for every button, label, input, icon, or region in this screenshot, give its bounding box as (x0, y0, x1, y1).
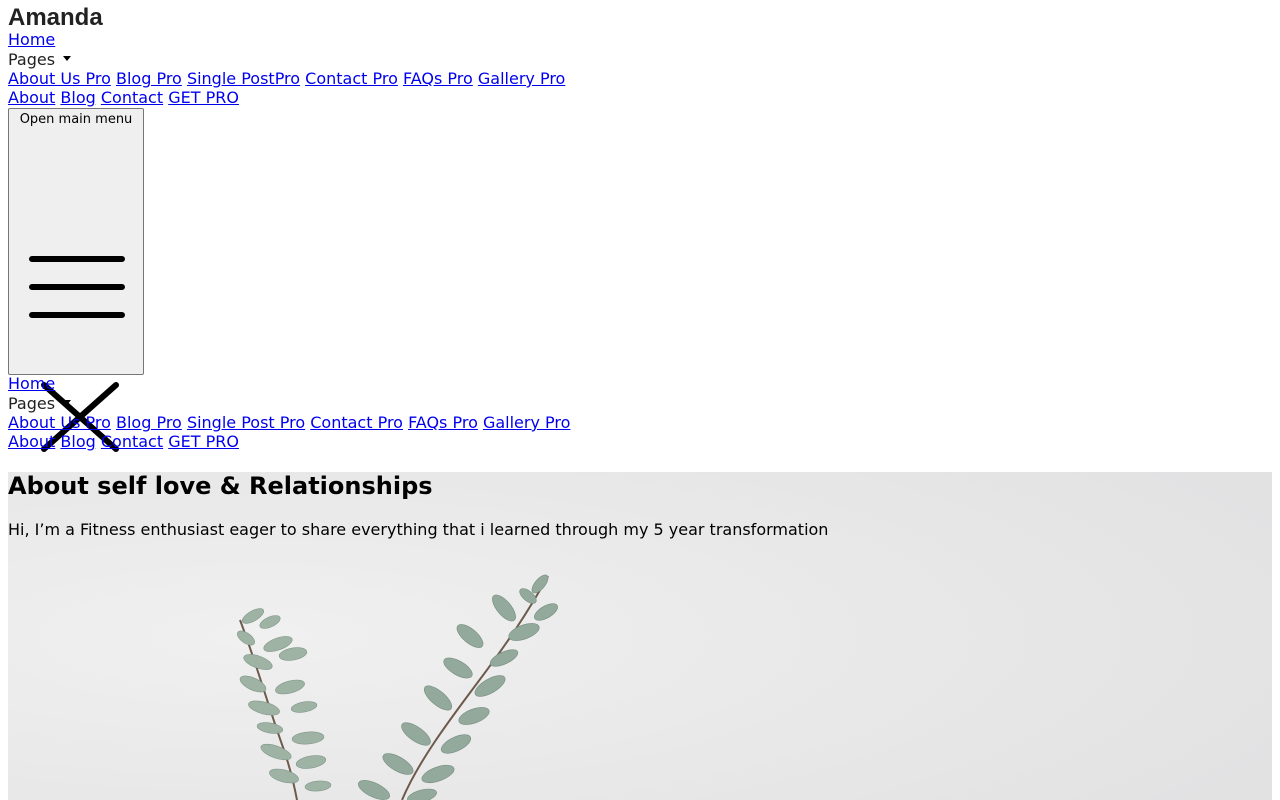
mobile-nav-link-contact[interactable]: Contact (101, 432, 163, 451)
mobile-nav-link-single-post-pro[interactable]: Single Post Pro (187, 413, 305, 432)
mobile-nav-links-row: About Blog Contact GET PRO (8, 432, 239, 452)
mobile-nav-link-contact-pro[interactable]: Contact Pro (310, 413, 403, 432)
nav-link-home[interactable]: Home (8, 30, 55, 49)
header-nav-pages-row: Pages (8, 50, 72, 70)
header-nav-links-row: About Blog Contact GET PRO (8, 88, 239, 108)
mobile-nav-link-blog-pro[interactable]: Blog Pro (116, 413, 182, 432)
nav-link-blog[interactable]: Blog (60, 88, 95, 107)
mobile-nav-link-get-pro[interactable]: GET PRO (168, 432, 239, 451)
nav-link-about-us-pro[interactable]: About Us Pro (8, 69, 111, 88)
brand-logo[interactable]: Amanda (8, 5, 103, 31)
hero-title: About self love & Relationships (8, 472, 433, 500)
hamburger-icon (28, 249, 126, 339)
caret-down-icon (63, 56, 72, 61)
nav-link-contact[interactable]: Contact (101, 88, 163, 107)
nav-link-faqs-pro[interactable]: FAQs Pro (403, 69, 473, 88)
mobile-nav-link-about-us-pro[interactable]: About Us Pro (8, 413, 111, 432)
open-main-menu-button[interactable]: Open main menu (8, 108, 144, 452)
hero-description: Hi, I’m a Fitness enthusiast eager to sh… (8, 520, 829, 539)
pages-dropdown-label: Pages (8, 50, 56, 69)
mobile-nav-link-blog[interactable]: Blog (60, 432, 95, 451)
nav-link-gallery-pro[interactable]: Gallery Pro (478, 69, 565, 88)
nav-link-about[interactable]: About (8, 88, 55, 107)
nav-link-blog-pro[interactable]: Blog Pro (116, 69, 182, 88)
mobile-nav-link-about[interactable]: About (8, 432, 55, 451)
pages-dropdown-toggle[interactable]: Pages (8, 50, 72, 69)
nav-link-single-post-pro[interactable]: Single PostPro (187, 69, 300, 88)
hero-section: About self love & Relationships Hi, I’m … (8, 472, 1272, 800)
mobile-nav-link-gallery-pro[interactable]: Gallery Pro (483, 413, 570, 432)
nav-link-get-pro[interactable]: GET PRO (168, 88, 239, 107)
page: Amanda Home Pages About Us Pro Blog Pro … (0, 0, 1280, 800)
mobile-nav-home-row: Home (8, 374, 55, 394)
mobile-pages-dropdown-toggle[interactable]: Pages (8, 394, 72, 413)
mobile-nav-link-faqs-pro[interactable]: FAQs Pro (408, 413, 478, 432)
caret-down-icon (63, 400, 72, 405)
header-nav-home-row: Home (8, 30, 55, 50)
mobile-nav-pro-row: About Us Pro Blog Pro Single Post Pro Co… (8, 413, 570, 433)
menu-button-label: Open main menu (19, 112, 133, 127)
nav-link-contact-pro[interactable]: Contact Pro (305, 69, 398, 88)
header-nav-pro-row: About Us Pro Blog Pro Single PostPro Con… (8, 69, 565, 89)
mobile-nav-link-home[interactable]: Home (8, 374, 55, 393)
mobile-pages-dropdown-label: Pages (8, 394, 56, 413)
mobile-nav-pages-row: Pages (8, 394, 72, 414)
